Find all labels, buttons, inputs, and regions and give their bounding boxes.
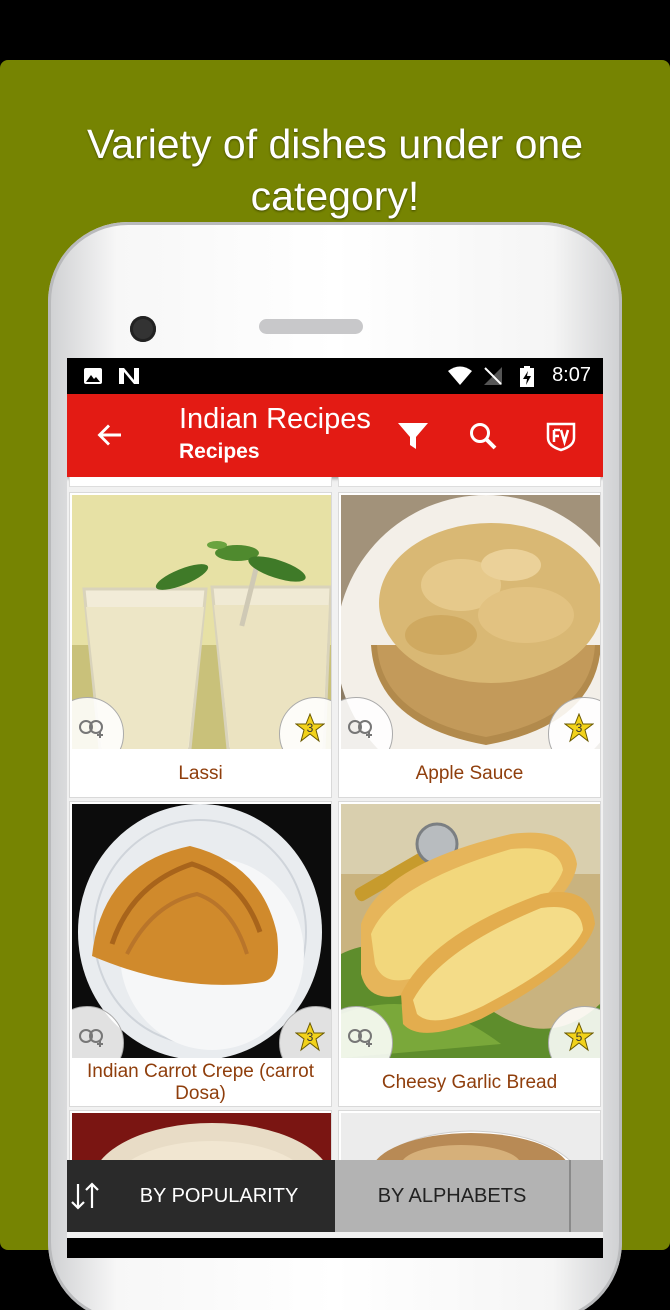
recipe-card[interactable]: 3 Indian Carrot Crepe (carrot Dosa) [69, 801, 332, 1107]
brand-logo-button[interactable] [541, 416, 581, 456]
status-bar: 8:07 [67, 358, 603, 394]
brand-logo-icon [546, 422, 576, 452]
veg-icon [348, 1029, 372, 1047]
star-icon: 3 [563, 712, 595, 743]
rating-value: 3 [306, 721, 314, 735]
app-title: Indian Recipes [179, 403, 371, 435]
recipe-grid: 3 Lassi 3 Apple Sauce 3 Indian Carrot Cr… [67, 477, 603, 1190]
filter-icon [398, 423, 428, 449]
no-signal-icon [484, 367, 502, 385]
app-screen: 8:07 Indian Recipes Recipes 3 Lassi 3 Ap… [67, 358, 603, 1258]
recipe-image: 5 [341, 804, 600, 1058]
recipe-name: Indian Carrot Crepe (carrot Dosa) [86, 1061, 315, 1104]
promo-headline: Variety of dishes under one category! [86, 121, 584, 219]
recipe-image: 3 [72, 804, 331, 1058]
veg-icon [348, 720, 372, 738]
tab-by-alphabets[interactable]: BY ALPHABETS [335, 1160, 571, 1232]
tab-by-popularity[interactable]: BY POPULARITY [103, 1160, 335, 1232]
star-icon: 5 [563, 1021, 595, 1052]
earpiece-speaker [259, 319, 363, 334]
search-icon [470, 423, 497, 450]
app-subtitle: Recipes [179, 440, 260, 463]
back-arrow-icon[interactable] [93, 418, 127, 452]
sort-icon [71, 1182, 99, 1210]
search-button[interactable] [463, 416, 503, 456]
title-block: Indian Recipes Recipes [179, 400, 377, 466]
recipe-card[interactable]: 3 Apple Sauce [338, 492, 601, 798]
image-notification-icon [84, 368, 102, 384]
star-icon: 3 [294, 712, 326, 743]
recipe-image: 3 [341, 495, 600, 749]
navigation-bar [67, 1238, 603, 1258]
rating-value: 5 [575, 1030, 583, 1044]
app-bar: Indian Recipes Recipes [67, 394, 603, 477]
wifi-icon [448, 366, 472, 385]
filter-button[interactable] [393, 416, 433, 456]
status-time: 8:07 [552, 364, 591, 386]
recipe-name: Apple Sauce [415, 763, 524, 784]
recipe-image: 3 [72, 495, 331, 749]
veg-icon [79, 1029, 103, 1047]
veg-icon [79, 720, 103, 738]
previous-row-edge [69, 477, 601, 487]
recipe-name: Lassi [178, 763, 223, 784]
recipe-card[interactable]: 3 Lassi [69, 492, 332, 798]
rating-value: 3 [575, 721, 583, 735]
recipe-name: Cheesy Garlic Bread [381, 1072, 558, 1093]
sort-toggle-button[interactable] [67, 1160, 103, 1232]
star-icon: 3 [294, 1021, 326, 1052]
front-camera [130, 316, 156, 342]
sort-bar: BY POPULARITY BY ALPHABETS [67, 1160, 603, 1232]
rating-value: 3 [306, 1030, 314, 1044]
n-notification-icon [119, 368, 139, 384]
battery-charging-icon [520, 366, 534, 387]
recipe-card[interactable]: 5 Cheesy Garlic Bread [338, 801, 601, 1107]
